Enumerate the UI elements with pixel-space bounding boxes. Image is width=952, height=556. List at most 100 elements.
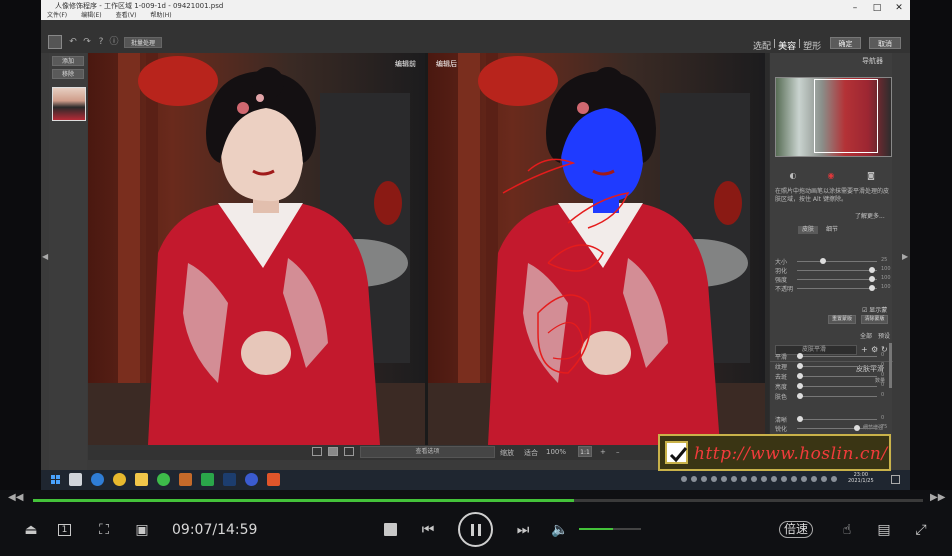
breadcrumb-beauty[interactable]: 美容 [778, 39, 796, 52]
slider-knob[interactable] [797, 416, 803, 422]
volume-icon[interactable]: 🔈 [551, 522, 569, 538]
slider-track[interactable] [797, 396, 877, 397]
portraiture-icon[interactable] [179, 473, 192, 486]
next-icon[interactable]: ⏭ [514, 522, 532, 538]
grid-view-icon[interactable] [344, 447, 354, 456]
taskview-icon[interactable] [69, 473, 82, 486]
eye-tab-icon[interactable]: ◉ [825, 171, 837, 181]
slider-knob[interactable] [869, 267, 876, 273]
slider-track[interactable] [797, 386, 877, 387]
info-icon[interactable]: ⓘ [108, 36, 120, 48]
edge-icon[interactable] [91, 473, 104, 486]
breadcrumb-shape[interactable]: 塑形 [803, 39, 821, 52]
fast-forward-icon[interactable]: ▶▶ [930, 492, 945, 503]
menu-edit[interactable]: 编辑(E) [81, 10, 101, 19]
navigator-viewport-frame[interactable] [814, 79, 878, 153]
photo-after[interactable]: 编辑后 [428, 53, 765, 445]
ok-button[interactable]: 确定 [830, 37, 861, 49]
slider-knob[interactable] [819, 258, 826, 264]
windows-taskbar: 23:00 2021/1/25 [41, 470, 910, 490]
add-photo-button[interactable]: 添加 [52, 56, 84, 66]
mask-tab-icon[interactable]: ◙ [865, 171, 877, 181]
menu-file[interactable]: 文件(F) [47, 10, 67, 19]
menu-help[interactable]: 帮助(H) [150, 10, 171, 19]
progress-bar[interactable] [33, 499, 923, 502]
pause-button[interactable] [458, 512, 493, 547]
undo-icon[interactable]: ↶ [67, 36, 79, 48]
minimize-button[interactable]: – [845, 1, 865, 15]
slider-track[interactable] [797, 261, 877, 262]
split-view-icon[interactable] [328, 447, 338, 456]
preset-label[interactable]: 预设 [878, 331, 890, 340]
zoom-value[interactable]: 1:1 [578, 446, 592, 457]
eject-icon[interactable]: ⏏ [22, 522, 40, 538]
slider-knob[interactable] [797, 353, 803, 359]
slider-knob[interactable] [797, 373, 803, 379]
slider-knob[interactable] [797, 393, 803, 399]
zoom-in-icon[interactable]: + [600, 448, 606, 456]
photo-thumbnail[interactable] [52, 87, 86, 121]
slider-knob[interactable] [797, 363, 803, 369]
single-view-icon[interactable] [312, 447, 322, 456]
slider-track[interactable] [797, 279, 877, 280]
cancel-button[interactable]: 取消 [869, 37, 901, 49]
reset-mask-button[interactable]: 重置蒙版 [828, 315, 856, 324]
camtasia-icon[interactable] [201, 473, 214, 486]
slider-track[interactable] [797, 270, 877, 271]
photo-compare-area: 编辑前 编辑后 [88, 53, 770, 445]
fit-label[interactable]: 适合 [524, 448, 538, 458]
slider-track[interactable] [797, 366, 877, 367]
photoshop-icon[interactable] [223, 473, 236, 486]
pointer-icon[interactable]: ☝ [838, 522, 856, 538]
windows-start-icon[interactable] [51, 475, 61, 485]
breadcrumb-select[interactable]: 选配 [753, 39, 771, 52]
zoom-out-icon[interactable]: – [616, 448, 620, 456]
picture-icon[interactable]: ▣ [133, 522, 151, 538]
help-icon[interactable]: ? [95, 36, 107, 48]
tab-detail[interactable]: 细节 [822, 226, 842, 234]
rewind-icon[interactable]: ◀◀ [8, 492, 23, 503]
slider-track[interactable] [797, 376, 877, 377]
full-size-label[interactable]: 100% [546, 448, 566, 456]
volume-slider[interactable] [579, 528, 641, 530]
tab-skin[interactable]: 皮肤 [798, 226, 819, 234]
speed-button[interactable]: 倍速 [779, 521, 813, 538]
slider-knob[interactable] [869, 276, 876, 282]
collapse-left-icon[interactable]: ◀ [42, 252, 48, 261]
learn-more-link[interactable]: 了解更多... [855, 211, 885, 220]
slider-track[interactable] [797, 428, 877, 429]
navigator-header[interactable]: 导航器 [770, 53, 893, 67]
slider-knob[interactable] [869, 285, 876, 291]
system-clock[interactable]: 23:00 2021/1/25 [848, 472, 874, 484]
slider-knob[interactable] [854, 425, 860, 431]
slider-knob[interactable] [797, 383, 803, 389]
maximize-button[interactable]: □ [867, 1, 887, 15]
slider-track[interactable] [797, 356, 877, 357]
toolbox-icon[interactable]: ▤ [875, 522, 893, 538]
remove-photo-button[interactable]: 移除 [52, 69, 84, 79]
brush-tab-icon[interactable]: ◐ [787, 171, 799, 181]
slider-track[interactable] [797, 419, 877, 420]
photo-before[interactable]: 编辑前 [88, 53, 425, 445]
recorder-icon[interactable] [267, 473, 280, 486]
all-label[interactable]: 全部 [860, 331, 872, 340]
slider-track[interactable] [797, 288, 877, 289]
stop-button[interactable] [384, 523, 397, 536]
clear-mask-button[interactable]: 清除蒙版 [861, 315, 888, 324]
previous-icon[interactable]: ⏮ [419, 522, 437, 538]
screenshot-icon[interactable]: ⛶ [95, 522, 113, 538]
menu-view[interactable]: 查看(V) [116, 10, 137, 19]
redo-icon[interactable]: ↷ [81, 36, 93, 48]
subtitle-icon[interactable]: 1 [58, 524, 71, 536]
collapse-right-icon[interactable]: ▶ [902, 252, 908, 261]
notification-icon[interactable] [891, 475, 900, 484]
panel-scrollbar[interactable] [889, 343, 892, 388]
folder-icon[interactable] [135, 473, 148, 486]
close-button[interactable]: ✕ [889, 1, 909, 15]
chrome-icon[interactable] [113, 473, 126, 486]
batch-button[interactable]: 批量处理 [124, 37, 163, 48]
app-icon[interactable] [245, 473, 258, 486]
wechat-icon[interactable] [157, 473, 170, 486]
fullscreen-icon[interactable]: ⤢ [912, 522, 930, 538]
view-options-select[interactable]: 查看选项 [360, 446, 495, 458]
